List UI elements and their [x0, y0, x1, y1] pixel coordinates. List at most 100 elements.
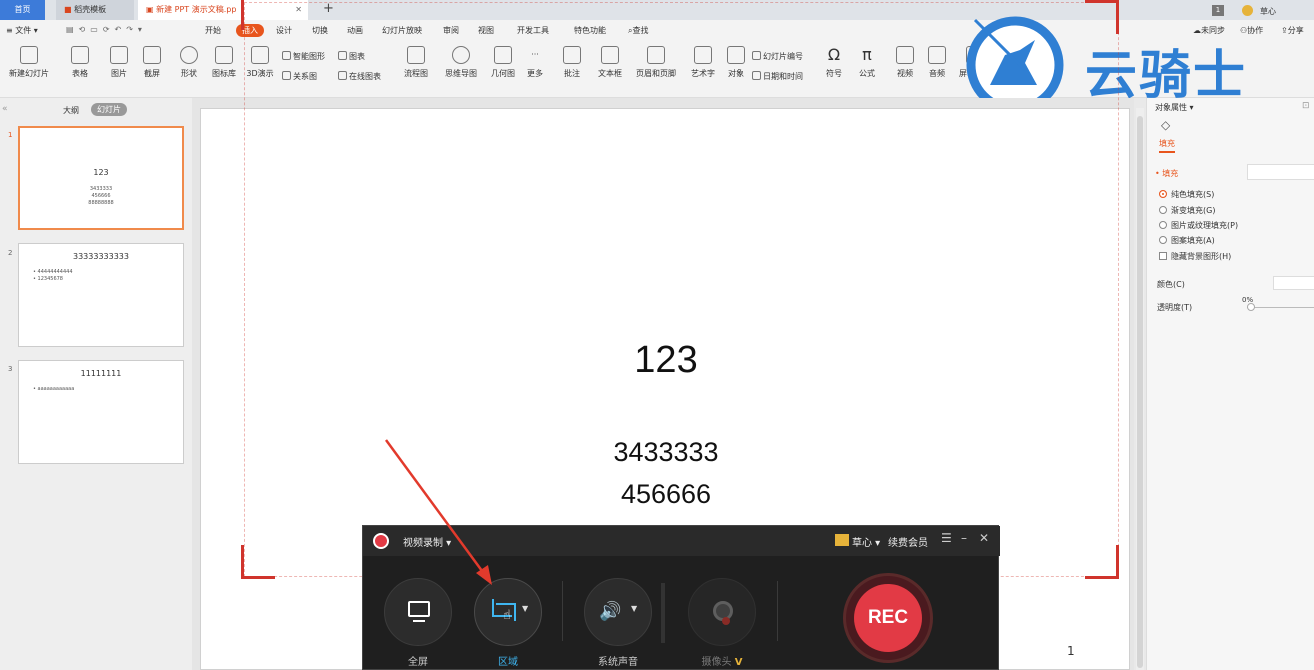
system-sound-label: 系统声音 — [598, 657, 638, 668]
region-corner-bottom-left[interactable] — [241, 545, 275, 579]
slider-value: 0% — [1242, 296, 1254, 304]
region-corner-top-left[interactable] — [241, 0, 275, 30]
dropdown-arrow-icon[interactable]: ▼ — [522, 604, 528, 613]
ppt-file-icon: ▣ — [146, 5, 154, 14]
recorder-user[interactable]: 草心 ▾ — [852, 534, 880, 549]
checkbox-icon — [1159, 252, 1167, 260]
screenshot-icon — [143, 46, 161, 64]
close-icon[interactable]: ✕ — [979, 531, 989, 545]
menu-file[interactable]: ≡ 文件 ▾ — [6, 25, 38, 36]
fill-section-title[interactable]: • 填充 — [1155, 168, 1178, 179]
divider — [777, 581, 778, 641]
radio-icon — [1159, 206, 1167, 214]
radio-label: 图片或纹理填充(P) — [1171, 221, 1239, 230]
slide-navigator: « 大纲 幻灯片 1 123 3433333 456666 88888888 2… — [0, 98, 192, 670]
tab-fill[interactable]: 填充 — [1159, 138, 1175, 153]
fill-section-label: 填充 — [1162, 169, 1179, 178]
fill-dropdown[interactable] — [1247, 164, 1314, 180]
radio-label: 渐变填充(G) — [1171, 206, 1216, 215]
region-label: 区域 — [498, 657, 518, 668]
minimize-icon[interactable]: – — [961, 531, 967, 545]
thumb-line: • 44444444444 — [33, 269, 73, 275]
transparency-label: 透明度(T) — [1157, 303, 1193, 312]
thumb-title: 123 — [93, 168, 109, 177]
icon-library-button[interactable]: 图标库 — [210, 46, 238, 79]
monitor-icon — [408, 601, 430, 617]
tab-templates[interactable]: ■ 稻壳模板 — [56, 0, 134, 20]
slide-thumbnail[interactable]: 33333333333 • 44444444444 • 12345678 — [18, 243, 184, 347]
thumb-line: 3433333 — [89, 186, 113, 192]
radio-gradient-fill[interactable]: 渐变填充(G) — [1159, 205, 1215, 216]
table-icon — [71, 46, 89, 64]
quick-access-icons[interactable]: ▤⟲▭⟳↶↷▾ — [66, 25, 147, 34]
slide-thumbnail[interactable]: 123 3433333 456666 88888888 — [18, 126, 184, 230]
picture-icon — [110, 46, 128, 64]
hide-background-checkbox[interactable]: 隐藏背景图形(H) — [1159, 251, 1231, 262]
new-slide-label: 新建幻灯片 — [9, 69, 49, 78]
thumb-title: 33333333333 — [73, 252, 129, 261]
radio-label: 纯色填充(S) — [1171, 190, 1215, 199]
system-sound-button[interactable]: 🔊 ▼ — [584, 578, 652, 646]
volume-meter — [661, 583, 665, 643]
thumb-line: 88888888 — [88, 200, 114, 206]
radio-icon — [1159, 190, 1167, 198]
table-button[interactable]: 表格 — [67, 46, 93, 79]
vip-v-icon: V — [734, 657, 743, 668]
tab-document-label: 新建 PPT 演示文稿.pp — [156, 5, 237, 14]
lock-icon[interactable]: ⊡ — [1302, 101, 1310, 111]
screenshot-button[interactable]: 截屏 — [140, 46, 164, 79]
slide-thumbnail[interactable]: 11111111 • aaaaaaaaaaaa — [18, 360, 184, 464]
menu-start[interactable]: 开始 — [205, 25, 221, 36]
fill-tab-icon[interactable]: ◇ — [1161, 118, 1170, 132]
slide-page-number: 1 — [1067, 644, 1075, 658]
shape-label: 形状 — [181, 69, 197, 78]
tab-slides[interactable]: 幻灯片 — [91, 103, 127, 116]
pane-header-label: 对象属性 — [1155, 103, 1187, 112]
vip-crown-icon — [835, 534, 849, 546]
icon-library-icon — [215, 46, 233, 64]
thumb-line: • 12345678 — [33, 276, 63, 282]
collapse-pane-icon[interactable]: « — [2, 104, 8, 114]
checkbox-label: 隐藏背景图形(H) — [1171, 252, 1232, 261]
slide-number: 2 — [8, 249, 13, 257]
camera-label-text: 摄像头 — [701, 657, 732, 668]
radio-picture-fill[interactable]: 图片或纹理填充(P) — [1159, 220, 1238, 231]
fullscreen-label: 全屏 — [408, 657, 428, 668]
capture-region-outline — [244, 2, 1119, 577]
radio-solid-fill[interactable]: 纯色填充(S) — [1159, 189, 1214, 200]
picture-button[interactable]: 图片 — [107, 46, 131, 79]
new-slide-icon — [20, 46, 38, 64]
shape-button[interactable]: 形状 — [177, 46, 201, 79]
color-label: 颜色(C) — [1157, 280, 1185, 289]
menu-file-label: 文件 — [15, 26, 32, 35]
camera-button[interactable] — [688, 578, 756, 646]
pane-header[interactable]: 对象属性 ▾ — [1155, 102, 1194, 113]
divider — [562, 581, 563, 641]
camera-label: 摄像头 V — [682, 653, 762, 668]
scroll-thumb[interactable] — [1137, 116, 1143, 668]
transparency-slider[interactable]: 0% — [1242, 296, 1314, 314]
radio-pattern-fill[interactable]: 图案填充(A) — [1159, 235, 1215, 246]
thumb-line: 456666 — [91, 193, 111, 199]
region-corner-top-right[interactable] — [1085, 0, 1119, 34]
icon-library-label: 图标库 — [212, 69, 236, 78]
record-button[interactable]: REC — [843, 573, 933, 663]
menu-icon[interactable]: ☰ — [941, 531, 952, 545]
tab-home[interactable]: 首页 — [0, 0, 45, 20]
table-label: 表格 — [72, 69, 88, 78]
renew-vip-link[interactable]: 续费会员 — [888, 534, 928, 549]
tab-outline[interactable]: 大纲 — [63, 105, 79, 116]
radio-icon — [1159, 221, 1167, 229]
region-corner-bottom-right[interactable] — [1085, 545, 1119, 579]
slider-handle[interactable] — [1247, 303, 1255, 311]
picture-label: 图片 — [111, 69, 127, 78]
dropdown-arrow-icon[interactable]: ▼ — [631, 604, 637, 613]
mouse-cursor-icon: ☝ — [503, 608, 511, 623]
shape-icon — [180, 46, 198, 64]
new-slide-button[interactable]: 新建幻灯片 — [6, 46, 52, 79]
color-picker[interactable] — [1273, 276, 1314, 290]
vertical-scrollbar[interactable] — [1136, 108, 1144, 670]
thumb-title: 11111111 — [80, 369, 122, 378]
rec-label: REC — [854, 584, 922, 652]
slide-number: 3 — [8, 365, 13, 373]
